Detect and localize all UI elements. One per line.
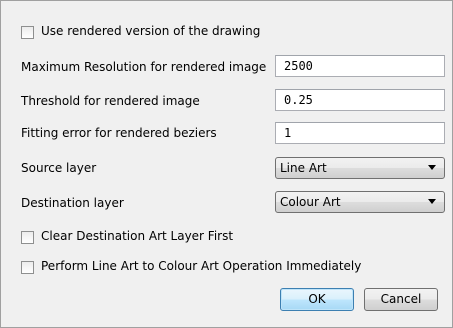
clear-destination-checkbox[interactable] bbox=[21, 231, 34, 244]
destination-layer-select[interactable]: Colour Art bbox=[275, 191, 445, 213]
threshold-input[interactable]: 0.25 bbox=[275, 89, 445, 111]
max-resolution-input[interactable]: 2500 bbox=[275, 55, 445, 77]
cancel-button[interactable]: Cancel bbox=[364, 288, 438, 311]
source-layer-value: Line Art bbox=[280, 161, 327, 175]
destination-layer-value: Colour Art bbox=[280, 195, 341, 209]
perform-immediately-checkbox[interactable] bbox=[21, 261, 34, 274]
chevron-down-icon bbox=[428, 199, 436, 204]
chevron-down-icon bbox=[428, 165, 436, 170]
line-art-dialog: Use rendered version of the drawing Maxi… bbox=[0, 0, 453, 328]
use-rendered-checkbox[interactable] bbox=[21, 26, 34, 39]
perform-immediately-label[interactable]: Perform Line Art to Colour Art Operation… bbox=[41, 259, 361, 273]
fitting-error-label: Fitting error for rendered beziers bbox=[21, 126, 217, 140]
destination-layer-label: Destination layer bbox=[21, 196, 124, 210]
ok-button[interactable]: OK bbox=[280, 288, 354, 311]
source-layer-label: Source layer bbox=[21, 161, 97, 175]
fitting-error-input[interactable]: 1 bbox=[275, 122, 445, 144]
threshold-label: Threshold for rendered image bbox=[21, 94, 200, 108]
max-resolution-label: Maximum Resolution for rendered image bbox=[21, 60, 267, 74]
use-rendered-label[interactable]: Use rendered version of the drawing bbox=[41, 24, 260, 38]
clear-destination-label[interactable]: Clear Destination Art Layer First bbox=[41, 229, 233, 243]
source-layer-select[interactable]: Line Art bbox=[275, 157, 445, 179]
